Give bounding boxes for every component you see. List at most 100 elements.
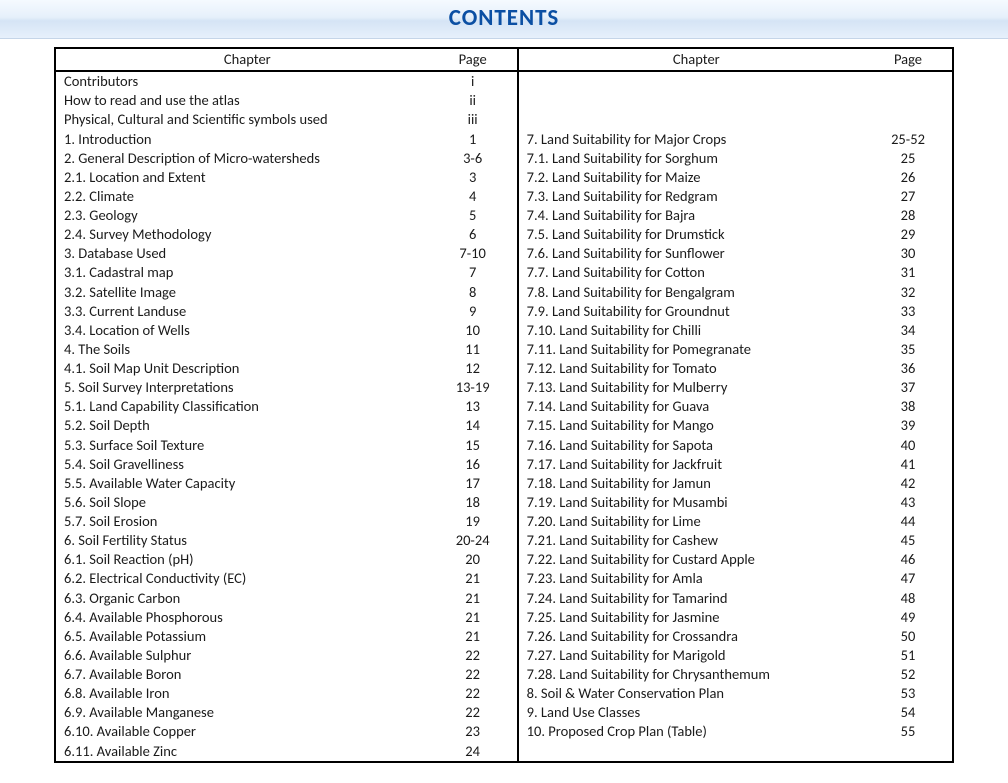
toc-page: 25 (870, 149, 952, 168)
toc-chapter: 4. The Soils (56, 340, 435, 359)
toc-chapter: Contributors (56, 72, 435, 91)
left-column: ContributorsiHow to read and use the atl… (55, 71, 518, 762)
toc-row: 2.4. Survey Methodology6 (56, 225, 517, 244)
toc-row: 6.1. Soil Reaction (pH)20 (56, 550, 517, 569)
toc-page: 24 (435, 742, 517, 761)
toc-page: 29 (870, 225, 952, 244)
toc-row: 7.19. Land Suitability for Musambi43 (519, 493, 952, 512)
toc-chapter (519, 110, 870, 129)
toc-row (519, 91, 952, 110)
header-chapter-left: Chapter (55, 48, 439, 71)
toc-page: 27 (870, 187, 952, 206)
toc-page: 21 (435, 589, 517, 608)
toc-chapter: 7.14. Land Suitability for Guava (519, 397, 870, 416)
toc-row: 7.8. Land Suitability for Bengalgram32 (519, 283, 952, 302)
toc-chapter: 2.3. Geology (56, 206, 435, 225)
toc-chapter: 7.23. Land Suitability for Amla (519, 569, 870, 588)
toc-page: 42 (870, 474, 952, 493)
toc-page: 21 (435, 608, 517, 627)
header-page-right: Page (874, 48, 953, 71)
toc-page: 7 (435, 263, 517, 282)
toc-row: 8. Soil & Water Conservation Plan53 (519, 684, 952, 703)
toc-page: 33 (870, 302, 952, 321)
toc-chapter: 3. Database Used (56, 244, 435, 263)
right-column-table: 7. Land Suitability for Major Crops25-52… (519, 72, 952, 741)
toc-row: 7.15. Land Suitability for Mango39 (519, 416, 952, 435)
toc-row: 6.9. Available Manganese22 (56, 703, 517, 722)
toc-page: 52 (870, 665, 952, 684)
toc-row: 6.10. Available Copper23 (56, 722, 517, 741)
toc-row: 5.6. Soil Slope18 (56, 493, 517, 512)
toc-chapter: 6.10. Available Copper (56, 722, 435, 741)
toc-row: 2.2. Climate4 (56, 187, 517, 206)
toc-row: 7.3. Land Suitability for Redgram27 (519, 187, 952, 206)
toc-page: 35 (870, 340, 952, 359)
toc-page: 38 (870, 397, 952, 416)
right-column: 7. Land Suitability for Major Crops25-52… (518, 71, 953, 762)
toc-page: 44 (870, 512, 952, 531)
page-title: CONTENTS (449, 4, 560, 32)
toc-row: 7.4. Land Suitability for Bajra28 (519, 206, 952, 225)
toc-row: 7.2. Land Suitability for Maize26 (519, 168, 952, 187)
toc-chapter: 2.2. Climate (56, 187, 435, 206)
toc-row: 4.1. Soil Map Unit Description12 (56, 359, 517, 378)
toc-row: 7.9. Land Suitability for Groundnut33 (519, 302, 952, 321)
toc-chapter: 5.7. Soil Erosion (56, 512, 435, 531)
toc-row: 7.28. Land Suitability for Chrysanthemum… (519, 665, 952, 684)
header-row: Chapter Page Chapter Page (55, 48, 953, 71)
toc-row: 1. Introduction1 (56, 130, 517, 149)
toc-page: 22 (435, 665, 517, 684)
toc-row: 7.1. Land Suitability for Sorghum25 (519, 149, 952, 168)
toc-row: 6.11. Available Zinc24 (56, 742, 517, 761)
toc-chapter: 6.2. Electrical Conductivity (EC) (56, 569, 435, 588)
toc-page: 26 (870, 168, 952, 187)
toc-row: 7.13. Land Suitability for Mulberry37 (519, 378, 952, 397)
toc-row: 7.5. Land Suitability for Drumstick29 (519, 225, 952, 244)
toc-row: 6.2. Electrical Conductivity (EC)21 (56, 569, 517, 588)
toc-page (870, 91, 952, 110)
toc-row: 5.7. Soil Erosion19 (56, 512, 517, 531)
toc-chapter: 5.5. Available Water Capacity (56, 474, 435, 493)
toc-page: 6 (435, 225, 517, 244)
toc-page: 5 (435, 206, 517, 225)
toc-row: 7.26. Land Suitability for Crossandra50 (519, 627, 952, 646)
toc-page: 28 (870, 206, 952, 225)
toc-chapter: 7.25. Land Suitability for Jasmine (519, 608, 870, 627)
toc-page: 3-6 (435, 149, 517, 168)
toc-page: ii (435, 91, 517, 110)
toc-chapter: 7.24. Land Suitability for Tamarind (519, 589, 870, 608)
toc-page: 1 (435, 130, 517, 149)
toc-chapter: 3.4. Location of Wells (56, 321, 435, 340)
toc-chapter: 2.1. Location and Extent (56, 168, 435, 187)
toc-page: 8 (435, 283, 517, 302)
toc-page: 13 (435, 397, 517, 416)
toc-chapter: 7.8. Land Suitability for Bengalgram (519, 283, 870, 302)
toc-chapter: 7.3. Land Suitability for Redgram (519, 187, 870, 206)
toc-row: 6.3. Organic Carbon21 (56, 589, 517, 608)
toc-row: 6.5. Available Potassium21 (56, 627, 517, 646)
toc-chapter: 7.19. Land Suitability for Musambi (519, 493, 870, 512)
toc-page: 3 (435, 168, 517, 187)
toc-chapter: 5. Soil Survey Interpretations (56, 378, 435, 397)
toc-chapter: 6.3. Organic Carbon (56, 589, 435, 608)
toc-row: 7.24. Land Suitability for Tamarind48 (519, 589, 952, 608)
toc-page: 21 (435, 627, 517, 646)
toc-page: i (435, 72, 517, 91)
toc-page: 31 (870, 263, 952, 282)
toc-chapter: 7.20. Land Suitability for Lime (519, 512, 870, 531)
toc-page: 14 (435, 416, 517, 435)
toc-chapter: 7.6. Land Suitability for Sunflower (519, 244, 870, 263)
toc-row: 7.17. Land Suitability for Jackfruit41 (519, 455, 952, 474)
header-page-left: Page (439, 48, 518, 71)
toc-chapter: 7.9. Land Suitability for Groundnut (519, 302, 870, 321)
toc-row: 5.3. Surface Soil Texture15 (56, 436, 517, 455)
title-bar: CONTENTS (0, 0, 1008, 39)
toc-page: 39 (870, 416, 952, 435)
toc-page: 55 (870, 722, 952, 741)
toc-page: 15 (435, 436, 517, 455)
toc-page: 53 (870, 684, 952, 703)
toc-chapter: 7.27. Land Suitability for Marigold (519, 646, 870, 665)
toc-page: 21 (435, 569, 517, 588)
toc-chapter: 3.3. Current Landuse (56, 302, 435, 321)
left-column-table: ContributorsiHow to read and use the atl… (56, 72, 517, 761)
